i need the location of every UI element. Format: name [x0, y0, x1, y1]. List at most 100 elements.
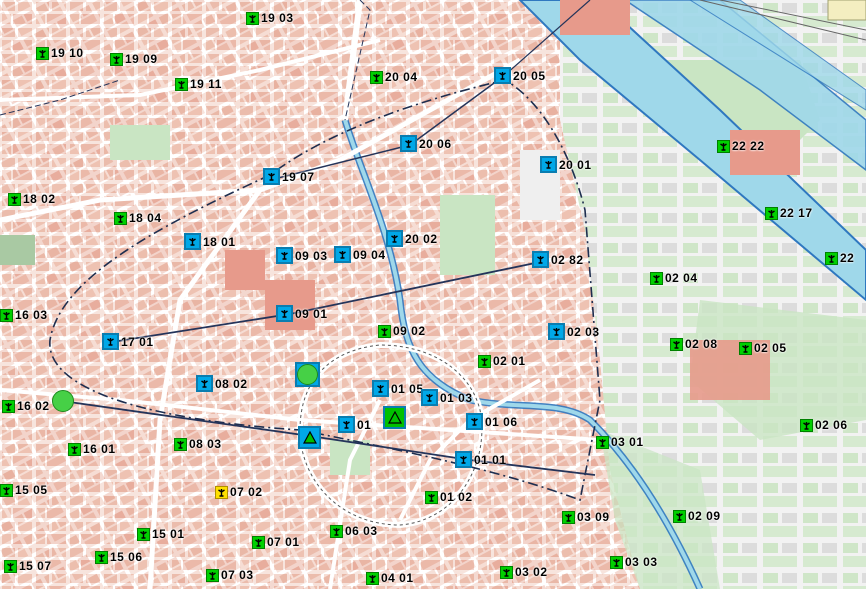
station-06-03[interactable]: 06 03: [330, 524, 378, 538]
antenna-icon: [596, 435, 609, 449]
station-02-04[interactable]: 02 04: [650, 271, 698, 285]
station-01-02[interactable]: 01 02: [425, 490, 473, 504]
station-19-11[interactable]: 19 11: [175, 77, 222, 91]
antenna-icon: [366, 571, 379, 585]
antenna-icon: [825, 251, 838, 265]
antenna-icon: [500, 565, 513, 579]
station-09-04[interactable]: 09 04: [334, 246, 386, 263]
station-02-06[interactable]: 02 06: [800, 418, 848, 432]
antenna-icon: [184, 233, 201, 250]
antenna-icon: [252, 535, 265, 549]
station-01-06[interactable]: 01 06: [466, 413, 518, 430]
station-02-09[interactable]: 02 09: [673, 509, 721, 523]
station-19-09[interactable]: 19 09: [110, 52, 158, 66]
antenna-icon: [562, 510, 575, 524]
antenna-icon: [765, 206, 778, 220]
station-07-03[interactable]: 07 03: [206, 568, 254, 582]
station-22-17[interactable]: 22 17: [765, 206, 813, 220]
station-20-05[interactable]: 20 05: [494, 67, 546, 84]
antenna-icon: [455, 451, 472, 468]
station-07-01[interactable]: 07 01: [252, 535, 300, 549]
station-02-05[interactable]: 02 05: [739, 341, 787, 355]
station-15-01[interactable]: 15 01: [137, 527, 185, 541]
station-01[interactable]: 01: [338, 416, 371, 433]
west-round-station[interactable]: [52, 390, 74, 412]
antenna-icon: [466, 413, 483, 430]
antenna-icon: [334, 246, 351, 263]
station-18-04[interactable]: 18 04: [114, 211, 162, 225]
station-02-82[interactable]: 02 82: [532, 251, 584, 268]
antenna-icon: [338, 416, 355, 433]
station-15-05[interactable]: 15 05: [0, 483, 48, 497]
station-16-03[interactable]: 16 03: [0, 308, 48, 322]
antenna-icon: [478, 354, 491, 368]
station-02-08[interactable]: 02 08: [670, 337, 718, 351]
station-19-07[interactable]: 19 07: [263, 168, 315, 185]
antenna-icon: [610, 555, 623, 569]
station-03-09[interactable]: 03 09: [562, 510, 610, 524]
station-20-04[interactable]: 20 04: [370, 70, 418, 84]
station-09-01[interactable]: 09 01: [276, 305, 328, 322]
antenna-icon: [276, 305, 293, 322]
antenna-icon: [276, 247, 293, 264]
antenna-icon: [206, 568, 219, 582]
antenna-icon: [95, 550, 108, 564]
antenna-icon: [650, 271, 663, 285]
station-22-22[interactable]: 22 22: [717, 139, 765, 153]
station-19-10[interactable]: 19 10: [36, 46, 84, 60]
station-09-02[interactable]: 09 02: [378, 324, 426, 338]
antenna-icon: [372, 380, 389, 397]
station-19-03[interactable]: 19 03: [246, 11, 294, 25]
antenna-icon: [425, 490, 438, 504]
station-03-02[interactable]: 03 02: [500, 565, 548, 579]
antenna-icon: [263, 168, 280, 185]
antenna-icon: [196, 375, 213, 392]
map-view[interactable]: 19 03 19 10 19 09 19 11 20 04 20 05 20 0…: [0, 0, 866, 589]
station-03-03[interactable]: 03 03: [610, 555, 658, 569]
station-01-03[interactable]: 01 03: [421, 389, 473, 406]
antenna-icon: [717, 139, 730, 153]
station-16-01[interactable]: 16 01: [68, 442, 116, 456]
antenna-icon: [421, 389, 438, 406]
antenna-icon: [215, 485, 228, 499]
antenna-icon: [494, 67, 511, 84]
station-01-05[interactable]: 01 05: [372, 380, 424, 397]
station-09-03[interactable]: 09 03: [276, 247, 328, 264]
antenna-icon: [670, 337, 683, 351]
station-04-01[interactable]: 04 01: [366, 571, 414, 585]
antenna-icon: [400, 135, 417, 152]
station-22[interactable]: 22: [825, 251, 854, 265]
station-17-01[interactable]: 17 01: [102, 333, 154, 350]
triangle-station-b[interactable]: [383, 406, 406, 429]
antenna-icon: [137, 527, 150, 541]
antenna-icon: [330, 524, 343, 538]
round-station-icon: [297, 364, 318, 385]
central-round-station[interactable]: [295, 362, 320, 387]
station-02-01[interactable]: 02 01: [478, 354, 526, 368]
station-15-06[interactable]: 15 06: [95, 550, 143, 564]
antenna-icon: [36, 46, 49, 60]
antenna-icon: [102, 333, 119, 350]
triangle-station-a[interactable]: [298, 426, 321, 449]
station-08-03[interactable]: 08 03: [174, 437, 222, 451]
station-01-01[interactable]: 01 01: [455, 451, 507, 468]
triangle-icon: [302, 431, 317, 444]
antenna-icon: [0, 483, 13, 497]
station-15-07[interactable]: 15 07: [4, 559, 52, 573]
station-18-01[interactable]: 18 01: [184, 233, 236, 250]
station-08-02[interactable]: 08 02: [196, 375, 248, 392]
station-07-02[interactable]: 07 02: [215, 485, 263, 499]
station-16-02[interactable]: 16 02: [2, 399, 50, 413]
triangle-icon: [387, 411, 402, 424]
station-02-03[interactable]: 02 03: [548, 323, 600, 340]
station-18-02[interactable]: 18 02: [8, 192, 56, 206]
antenna-icon: [370, 70, 383, 84]
station-20-06[interactable]: 20 06: [400, 135, 452, 152]
antenna-icon: [386, 230, 403, 247]
station-03-01[interactable]: 03 01: [596, 435, 644, 449]
antenna-icon: [175, 77, 188, 91]
antenna-icon: [739, 341, 752, 355]
station-20-02[interactable]: 20 02: [386, 230, 438, 247]
antenna-icon: [532, 251, 549, 268]
station-20-01[interactable]: 20 01: [540, 156, 592, 173]
